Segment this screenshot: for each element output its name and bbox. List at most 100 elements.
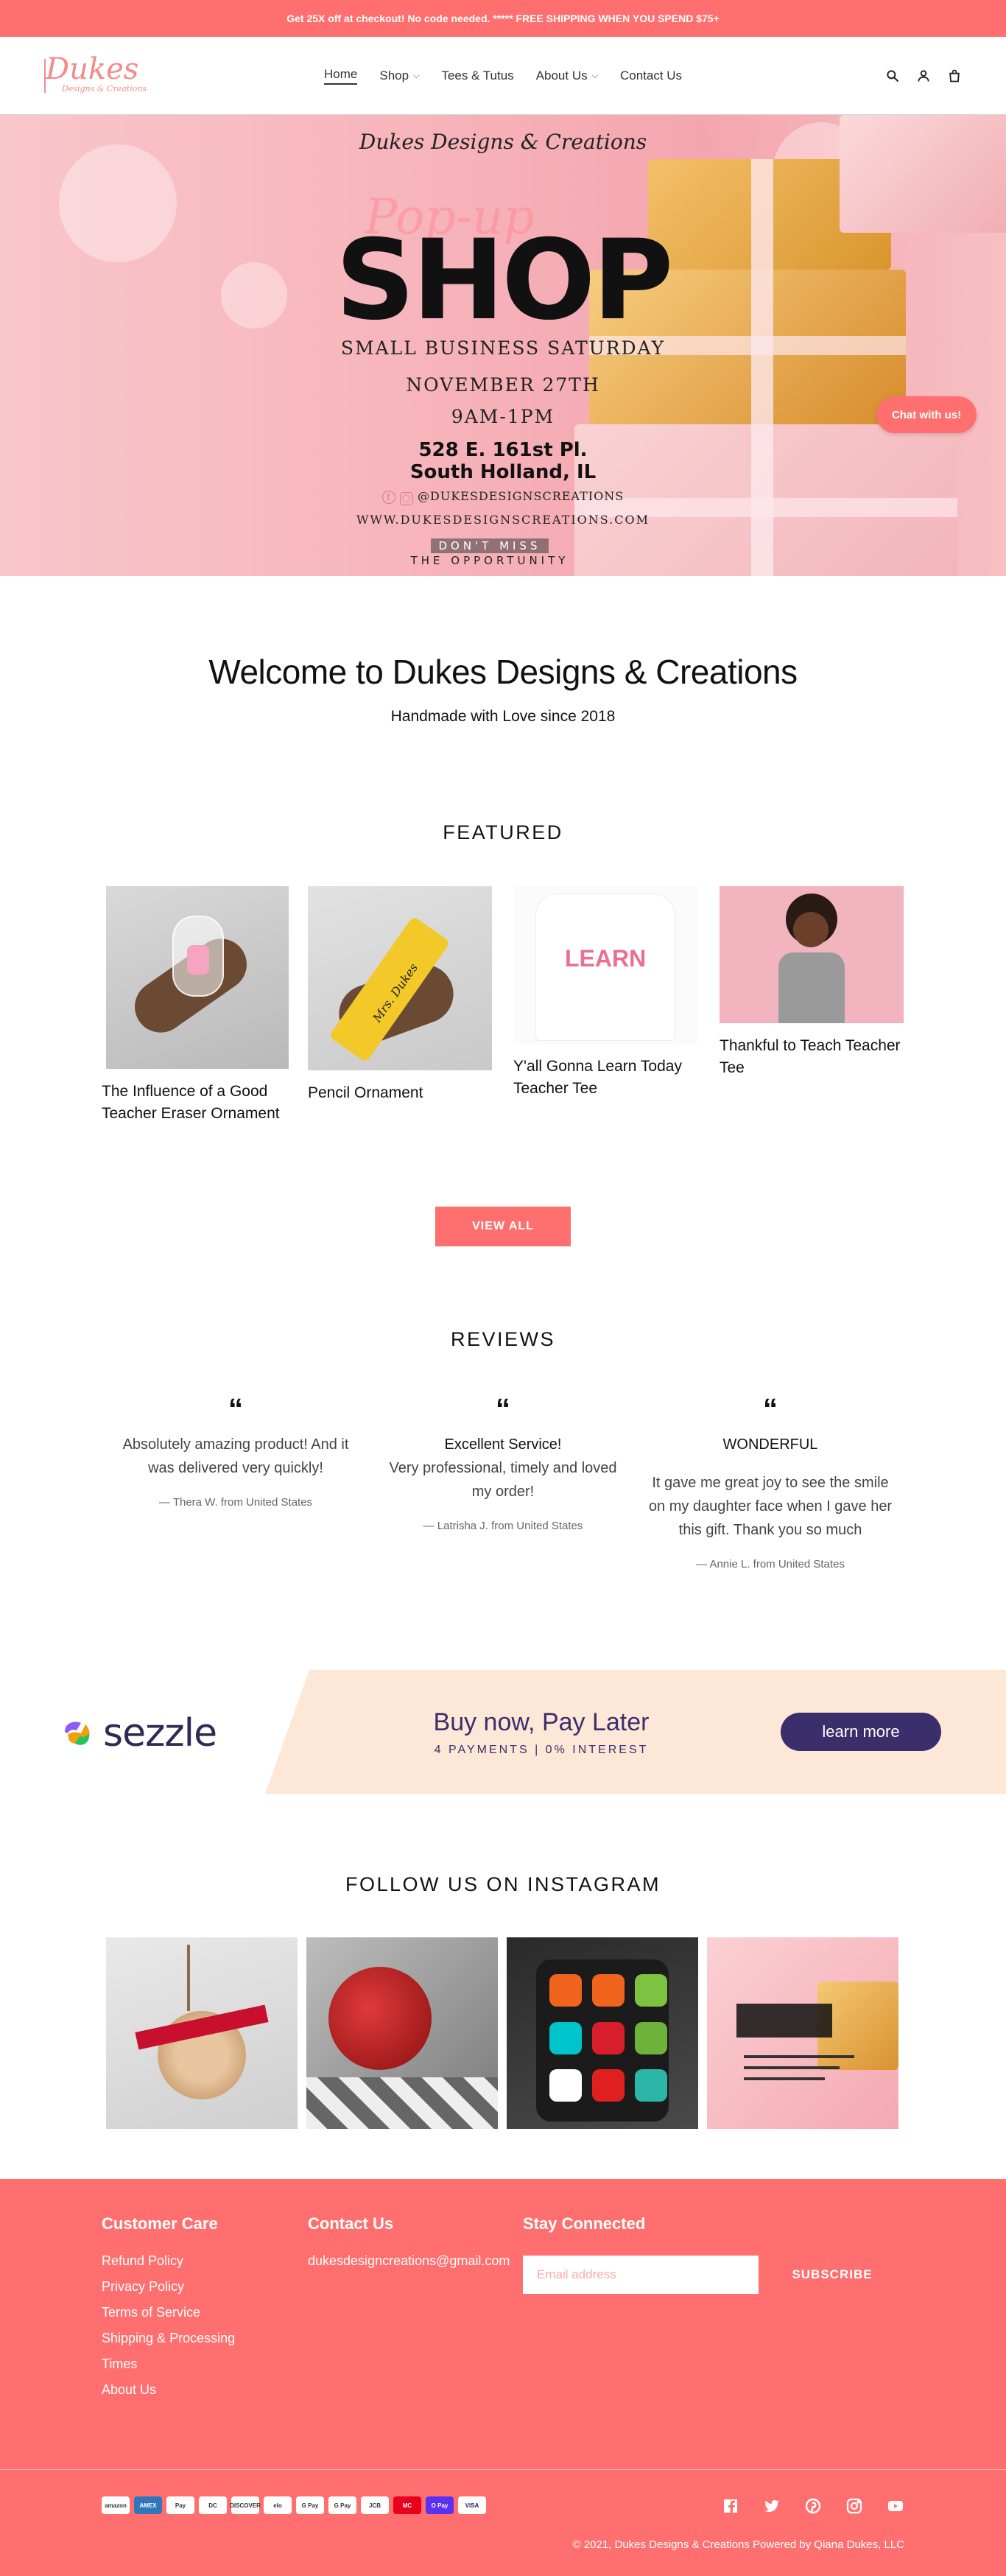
view-all-button[interactable]: VIEW ALL	[435, 1207, 571, 1246]
reviews-title: REVIEWS	[450, 1328, 556, 1350]
shop-pay-icon: O Pay	[426, 2496, 454, 2514]
hero-time: 9AM-1PM	[451, 406, 555, 427]
quote-icon: “	[496, 1393, 510, 1425]
nav-shop[interactable]: Shop ⌵	[379, 69, 419, 83]
product-card[interactable]: Thankful to Teach Teacher Tee	[720, 886, 904, 1079]
hero-banner[interactable]: Dukes Designs & Creations Pop-up SHOP SM…	[0, 115, 1006, 576]
product-card[interactable]: The Influence of a Good Teacher Eraser O…	[102, 886, 289, 1125]
logo[interactable]: Dukes Designs & Creations	[44, 55, 149, 94]
instagram-post[interactable]	[507, 1937, 698, 2129]
review-author: — Thera W. from United States	[158, 1496, 313, 1509]
logo-subtext: Designs & Creations	[62, 84, 147, 94]
sezzle-banner: sezzle Buy now, Pay Later 4 PAYMENTS | 0…	[0, 1670, 1006, 1794]
twitter-icon[interactable]	[763, 2497, 781, 2515]
product-title[interactable]: Thankful to Teach Teacher Tee	[720, 1035, 904, 1079]
nav-home[interactable]: Home	[324, 67, 358, 85]
sezzle-logo: sezzle	[60, 1711, 217, 1755]
quote-icon: “	[763, 1393, 778, 1425]
chevron-down-icon: ⌵	[591, 71, 598, 80]
product-image[interactable]	[106, 886, 289, 1069]
instagram-icon[interactable]	[845, 2497, 863, 2515]
instagram-post[interactable]	[707, 1937, 898, 2129]
review-card: “ WONDERFUL It gave me great joy to see …	[645, 1394, 896, 1570]
hero-date: NOVEMBER 27TH	[406, 374, 600, 396]
review-card: “ Absolutely amazing product! And it was…	[110, 1394, 361, 1509]
facebook-icon[interactable]	[722, 2497, 739, 2515]
nav-about-us[interactable]: About Us ⌵	[536, 69, 598, 83]
amex-icon: AMEX	[134, 2496, 162, 2514]
nav-contact-us[interactable]: Contact Us	[620, 69, 682, 83]
chat-button[interactable]: Chat with us!	[876, 396, 977, 433]
footer-link-terms[interactable]: Terms of Service	[102, 2300, 235, 2326]
cart-icon[interactable]	[947, 69, 962, 83]
google-pay-icon: G Pay	[328, 2496, 356, 2514]
account-icon[interactable]	[916, 69, 931, 83]
hero-address-1: 528 E. 161st Pl.	[418, 439, 588, 461]
apple-pay-icon: Pay	[166, 2496, 194, 2514]
jcb-icon: JCB	[361, 2496, 389, 2514]
hero-address-2: South Holland, IL	[409, 461, 597, 483]
stay-connected-title: Stay Connected	[523, 2214, 646, 2233]
nav-tees-tutus[interactable]: Tees & Tutus	[441, 69, 513, 83]
product-image[interactable]: LEARN	[513, 886, 697, 1044]
footer-divider	[0, 2469, 1006, 2470]
subscribe-button[interactable]: SUBSCRIBE	[766, 2256, 898, 2294]
elo-icon: elo	[264, 2496, 292, 2514]
facebook-icon: f	[381, 491, 395, 504]
contact-title: Contact Us	[308, 2214, 394, 2233]
product-title[interactable]: Y'all Gonna Learn Today Teacher Tee	[513, 1056, 697, 1100]
footer-link-privacy[interactable]: Privacy Policy	[102, 2274, 235, 2300]
product-image[interactable]	[720, 886, 904, 1023]
instagram-post[interactable]	[306, 1937, 498, 2129]
footer-link-shipping[interactable]: Shipping & Processing	[102, 2326, 235, 2351]
hero-social: f ◯ @DUKESDESIGNSCREATIONS	[0, 489, 1006, 505]
discover-icon: DISCOVER	[230, 2496, 261, 2514]
visa-icon: VISA	[458, 2496, 486, 2514]
hero-shop: SHOP	[335, 217, 673, 345]
customer-care-title: Customer Care	[102, 2214, 218, 2233]
pinterest-icon[interactable]	[804, 2497, 822, 2515]
sezzle-icon	[65, 1722, 90, 1745]
main-nav: Home Shop ⌵ Tees & Tutus About Us ⌵ Contac…	[324, 37, 682, 115]
instagram-icon: ◯	[399, 492, 413, 505]
product-title[interactable]: The Influence of a Good Teacher Eraser O…	[102, 1081, 284, 1125]
stay-connected-column: Stay Connected	[523, 2214, 645, 2248]
footer-link-refund[interactable]: Refund Policy	[102, 2248, 235, 2274]
search-icon[interactable]	[885, 69, 900, 83]
footer-link-about[interactable]: About Us	[102, 2377, 235, 2403]
youtube-icon[interactable]	[887, 2497, 904, 2515]
learn-more-button[interactable]: learn more	[781, 1713, 941, 1751]
review-author: — Annie L. from United States	[696, 1558, 845, 1570]
instagram-post[interactable]	[106, 1937, 298, 2129]
welcome-subtitle: Handmade with Love since 2018	[390, 708, 616, 725]
featured-title: FEATURED	[443, 821, 563, 843]
review-body: Very professional, timely and loved my o…	[389, 1460, 617, 1500]
product-image[interactable]: Mrs. Dukes	[308, 886, 492, 1070]
diners-club-icon: DC	[199, 2496, 227, 2514]
instagram-title: FOLLOW US ON INSTAGRAM	[345, 1873, 661, 1895]
review-author: — Latrisha J. from United States	[423, 1520, 583, 1532]
sezzle-subtext: 4 PAYMENTS | 0% INTEREST	[434, 1744, 649, 1756]
hero-dont-miss: DON'T MISS THE OPPORTUNITY	[410, 538, 569, 567]
copyright: © 2021, Dukes Designs & Creations Powere…	[572, 2538, 904, 2551]
product-title[interactable]: Pencil Ornament	[308, 1082, 492, 1104]
header-icons	[885, 37, 962, 115]
amazon-pay-icon: amazon	[102, 2496, 130, 2514]
newsletter-email-input[interactable]: Email address	[523, 2256, 759, 2294]
hero-event: SMALL BUSINESS SATURDAY	[340, 337, 666, 359]
site-header: Dukes Designs & Creations Home Shop ⌵ Tee…	[0, 37, 1006, 115]
quote-icon: “	[228, 1393, 243, 1425]
google-pay-icon: G Pay	[296, 2496, 324, 2514]
contact-email[interactable]: dukesdesigncreations@gmail.com	[308, 2248, 510, 2274]
hero-website: WWW.DUKESDESIGNSCREATIONS.COM	[356, 513, 650, 527]
mastercard-icon: MC	[393, 2496, 421, 2514]
hero-brand: Dukes Designs & Creations	[359, 130, 647, 154]
contact-column: Contact Us dukesdesigncreations@gmail.co…	[308, 2214, 510, 2274]
footer: Customer Care Refund Policy Privacy Poli…	[0, 2179, 1006, 2576]
product-card[interactable]: Mrs. Dukes Pencil Ornament	[308, 886, 492, 1104]
social-links	[722, 2497, 904, 2515]
chevron-down-icon: ⌵	[413, 71, 420, 80]
review-body: It gave me great joy to see the smile on…	[648, 1475, 893, 1538]
product-card[interactable]: LEARN Y'all Gonna Learn Today Teacher Te…	[513, 886, 697, 1100]
footer-link-shipping-times[interactable]: Times	[102, 2351, 235, 2377]
